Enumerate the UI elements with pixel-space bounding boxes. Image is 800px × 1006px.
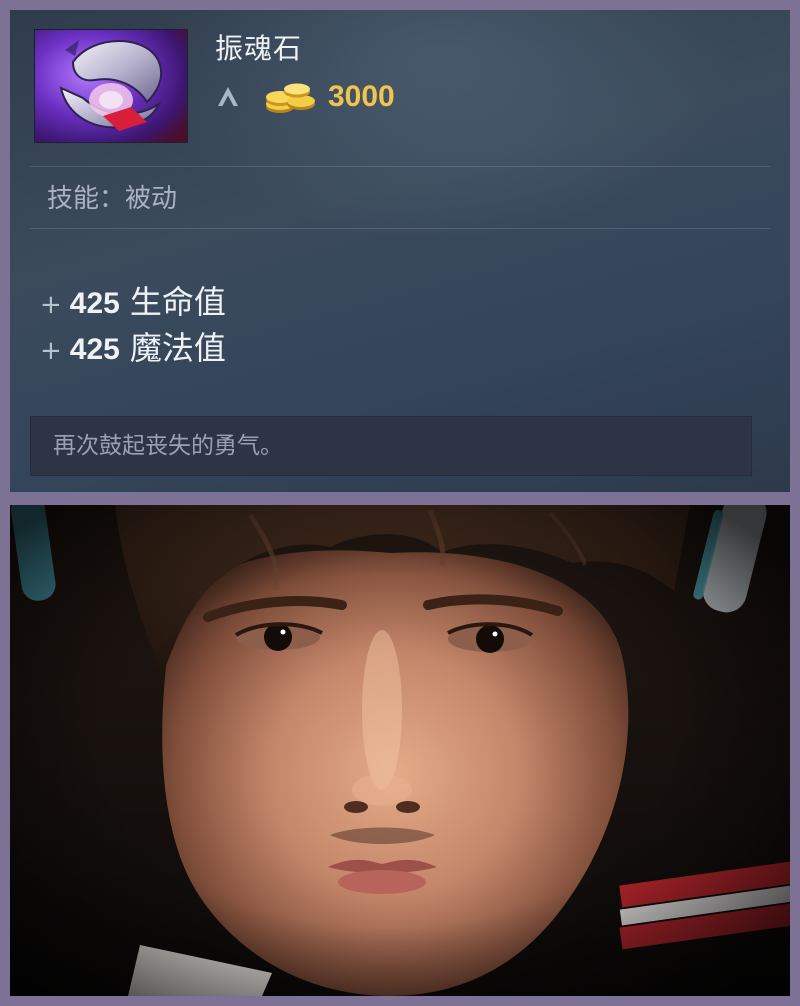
soul-booster-item-icon — [35, 30, 187, 142]
item-cost: 3000 — [328, 80, 395, 113]
gold-coins-icon — [263, 80, 319, 116]
stat-value: 425 — [69, 287, 120, 320]
upgrade-arrow-icon — [215, 83, 241, 109]
divider — [30, 166, 770, 167]
item-title: 振魂石 — [215, 32, 303, 65]
portrait-photo — [10, 505, 790, 996]
stat-health: +425 生命值 — [40, 282, 226, 325]
lore-text: 再次鼓起丧失的勇气。 — [53, 433, 283, 459]
ability-type: 技能：被动 — [47, 184, 178, 214]
divider — [30, 228, 770, 229]
item-tooltip: 振魂石 3000 技能：被动 +425 生命值 +425 魔法值 再次鼓起丧失的勇气… — [10, 10, 790, 492]
stat-label: 生命值 — [129, 283, 226, 321]
stat-sign: + — [40, 290, 62, 320]
stat-label: 魔法值 — [129, 329, 226, 367]
stat-mana: +425 魔法值 — [40, 328, 226, 371]
stat-sign: + — [40, 336, 62, 366]
lore-box: 再次鼓起丧失的勇气。 — [30, 416, 752, 476]
stat-value: 425 — [69, 333, 120, 366]
